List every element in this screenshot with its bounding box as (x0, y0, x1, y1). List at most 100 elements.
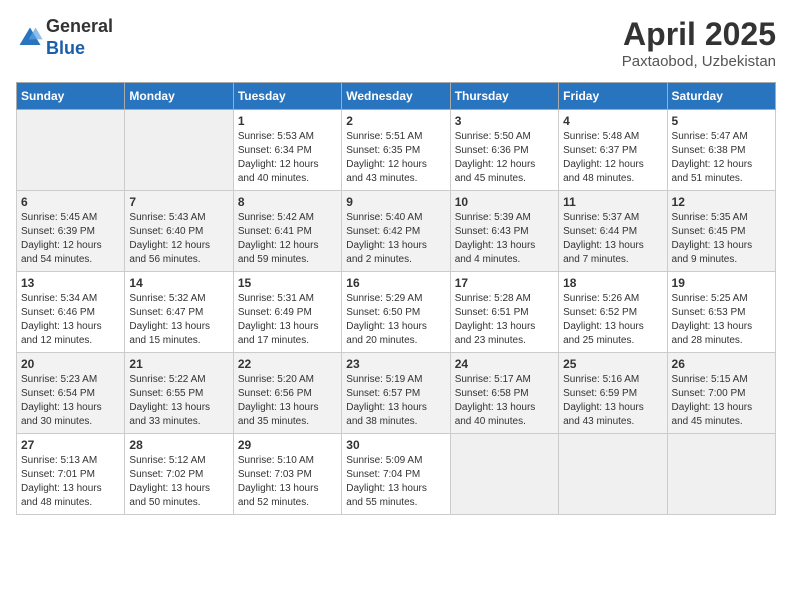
sunrise: Sunrise: 5:26 AM (563, 293, 639, 304)
logo: General Blue (16, 16, 113, 59)
cell-content: Sunrise: 5:12 AM Sunset: 7:02 PM Dayligh… (129, 454, 228, 510)
day-number: 22 (238, 357, 337, 371)
calendar-cell: 1 Sunrise: 5:53 AM Sunset: 6:34 PM Dayli… (233, 110, 341, 191)
sunrise: Sunrise: 5:53 AM (238, 131, 314, 142)
sunset: Sunset: 6:55 PM (129, 388, 203, 399)
cell-content: Sunrise: 5:17 AM Sunset: 6:58 PM Dayligh… (455, 373, 554, 429)
daylight: Daylight: 12 hours and 43 minutes. (346, 159, 427, 184)
cell-content: Sunrise: 5:15 AM Sunset: 7:00 PM Dayligh… (672, 373, 771, 429)
day-number: 28 (129, 438, 228, 452)
sunrise: Sunrise: 5:23 AM (21, 374, 97, 385)
day-number: 10 (455, 195, 554, 209)
cell-content: Sunrise: 5:31 AM Sunset: 6:49 PM Dayligh… (238, 292, 337, 348)
calendar-cell: 11 Sunrise: 5:37 AM Sunset: 6:44 PM Dayl… (559, 191, 667, 272)
cell-content: Sunrise: 5:13 AM Sunset: 7:01 PM Dayligh… (21, 454, 120, 510)
sunset: Sunset: 6:35 PM (346, 145, 420, 156)
cell-content: Sunrise: 5:50 AM Sunset: 6:36 PM Dayligh… (455, 130, 554, 186)
sunset: Sunset: 7:04 PM (346, 469, 420, 480)
calendar-cell: 21 Sunrise: 5:22 AM Sunset: 6:55 PM Dayl… (125, 353, 233, 434)
sunrise: Sunrise: 5:25 AM (672, 293, 748, 304)
sunset: Sunset: 6:49 PM (238, 307, 312, 318)
cell-content: Sunrise: 5:35 AM Sunset: 6:45 PM Dayligh… (672, 211, 771, 267)
day-number: 8 (238, 195, 337, 209)
sunrise: Sunrise: 5:31 AM (238, 293, 314, 304)
cell-content: Sunrise: 5:26 AM Sunset: 6:52 PM Dayligh… (563, 292, 662, 348)
sunset: Sunset: 6:37 PM (563, 145, 637, 156)
calendar-cell: 14 Sunrise: 5:32 AM Sunset: 6:47 PM Dayl… (125, 272, 233, 353)
calendar-cell: 3 Sunrise: 5:50 AM Sunset: 6:36 PM Dayli… (450, 110, 558, 191)
calendar-cell: 6 Sunrise: 5:45 AM Sunset: 6:39 PM Dayli… (17, 191, 125, 272)
sunrise: Sunrise: 5:32 AM (129, 293, 205, 304)
day-number: 21 (129, 357, 228, 371)
calendar-week-row: 13 Sunrise: 5:34 AM Sunset: 6:46 PM Dayl… (17, 272, 776, 353)
day-number: 14 (129, 276, 228, 290)
daylight: Daylight: 13 hours and 12 minutes. (21, 321, 102, 346)
daylight: Daylight: 13 hours and 2 minutes. (346, 240, 427, 265)
cell-content: Sunrise: 5:20 AM Sunset: 6:56 PM Dayligh… (238, 373, 337, 429)
cell-content: Sunrise: 5:34 AM Sunset: 6:46 PM Dayligh… (21, 292, 120, 348)
day-number: 27 (21, 438, 120, 452)
day-number: 18 (563, 276, 662, 290)
daylight: Daylight: 13 hours and 30 minutes. (21, 402, 102, 427)
calendar-cell (559, 434, 667, 515)
sunrise: Sunrise: 5:13 AM (21, 455, 97, 466)
cell-content: Sunrise: 5:10 AM Sunset: 7:03 PM Dayligh… (238, 454, 337, 510)
sunrise: Sunrise: 5:29 AM (346, 293, 422, 304)
sunset: Sunset: 7:00 PM (672, 388, 746, 399)
cell-content: Sunrise: 5:22 AM Sunset: 6:55 PM Dayligh… (129, 373, 228, 429)
cell-content: Sunrise: 5:16 AM Sunset: 6:59 PM Dayligh… (563, 373, 662, 429)
sunset: Sunset: 6:54 PM (21, 388, 95, 399)
calendar-cell: 5 Sunrise: 5:47 AM Sunset: 6:38 PM Dayli… (667, 110, 775, 191)
sunset: Sunset: 6:41 PM (238, 226, 312, 237)
header-day: Tuesday (233, 83, 341, 110)
calendar-cell: 23 Sunrise: 5:19 AM Sunset: 6:57 PM Dayl… (342, 353, 450, 434)
cell-content: Sunrise: 5:09 AM Sunset: 7:04 PM Dayligh… (346, 454, 445, 510)
cell-content: Sunrise: 5:28 AM Sunset: 6:51 PM Dayligh… (455, 292, 554, 348)
cell-content: Sunrise: 5:25 AM Sunset: 6:53 PM Dayligh… (672, 292, 771, 348)
daylight: Daylight: 13 hours and 15 minutes. (129, 321, 210, 346)
title-block: April 2025 Paxtaobod, Uzbekistan (622, 16, 776, 70)
calendar-cell: 8 Sunrise: 5:42 AM Sunset: 6:41 PM Dayli… (233, 191, 341, 272)
header-day: Wednesday (342, 83, 450, 110)
daylight: Daylight: 13 hours and 43 minutes. (563, 402, 644, 427)
sunrise: Sunrise: 5:47 AM (672, 131, 748, 142)
day-number: 6 (21, 195, 120, 209)
daylight: Daylight: 13 hours and 4 minutes. (455, 240, 536, 265)
sunrise: Sunrise: 5:51 AM (346, 131, 422, 142)
header-day: Saturday (667, 83, 775, 110)
cell-content: Sunrise: 5:45 AM Sunset: 6:39 PM Dayligh… (21, 211, 120, 267)
cell-content: Sunrise: 5:47 AM Sunset: 6:38 PM Dayligh… (672, 130, 771, 186)
daylight: Daylight: 13 hours and 40 minutes. (455, 402, 536, 427)
calendar-cell (17, 110, 125, 191)
calendar-cell: 27 Sunrise: 5:13 AM Sunset: 7:01 PM Dayl… (17, 434, 125, 515)
sunrise: Sunrise: 5:10 AM (238, 455, 314, 466)
header-day: Monday (125, 83, 233, 110)
calendar-cell: 18 Sunrise: 5:26 AM Sunset: 6:52 PM Dayl… (559, 272, 667, 353)
calendar-cell: 28 Sunrise: 5:12 AM Sunset: 7:02 PM Dayl… (125, 434, 233, 515)
day-number: 13 (21, 276, 120, 290)
sunrise: Sunrise: 5:28 AM (455, 293, 531, 304)
sunset: Sunset: 6:36 PM (455, 145, 529, 156)
day-number: 17 (455, 276, 554, 290)
page-header: General Blue April 2025 Paxtaobod, Uzbek… (16, 16, 776, 70)
daylight: Daylight: 13 hours and 50 minutes. (129, 483, 210, 508)
day-number: 16 (346, 276, 445, 290)
cell-content: Sunrise: 5:53 AM Sunset: 6:34 PM Dayligh… (238, 130, 337, 186)
sunset: Sunset: 6:44 PM (563, 226, 637, 237)
calendar-cell: 17 Sunrise: 5:28 AM Sunset: 6:51 PM Dayl… (450, 272, 558, 353)
sunrise: Sunrise: 5:35 AM (672, 212, 748, 223)
sunrise: Sunrise: 5:50 AM (455, 131, 531, 142)
sunrise: Sunrise: 5:17 AM (455, 374, 531, 385)
sunrise: Sunrise: 5:09 AM (346, 455, 422, 466)
calendar-cell: 25 Sunrise: 5:16 AM Sunset: 6:59 PM Dayl… (559, 353, 667, 434)
daylight: Daylight: 13 hours and 7 minutes. (563, 240, 644, 265)
sunrise: Sunrise: 5:48 AM (563, 131, 639, 142)
day-number: 4 (563, 114, 662, 128)
sunset: Sunset: 6:53 PM (672, 307, 746, 318)
day-number: 3 (455, 114, 554, 128)
calendar-cell: 12 Sunrise: 5:35 AM Sunset: 6:45 PM Dayl… (667, 191, 775, 272)
calendar-week-row: 27 Sunrise: 5:13 AM Sunset: 7:01 PM Dayl… (17, 434, 776, 515)
daylight: Daylight: 13 hours and 25 minutes. (563, 321, 644, 346)
daylight: Daylight: 12 hours and 59 minutes. (238, 240, 319, 265)
sunset: Sunset: 7:03 PM (238, 469, 312, 480)
